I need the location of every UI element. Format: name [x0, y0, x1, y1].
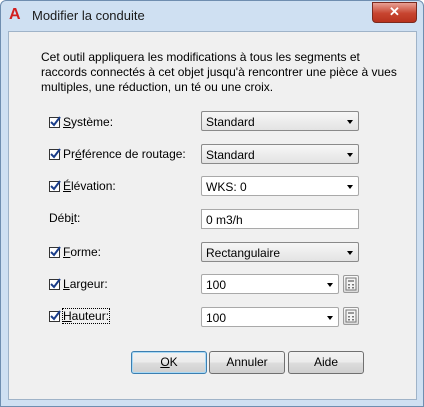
largeur-label: Largeur:: [63, 277, 108, 291]
forme-value: Rectangulaire: [206, 246, 281, 260]
systeme-checkbox[interactable]: [49, 115, 61, 128]
elevation-row: Élévation:: [49, 178, 116, 194]
elevation-combobox[interactable]: WKS: 0: [201, 176, 359, 196]
preference-select[interactable]: Standard: [201, 144, 359, 164]
preference-checkbox[interactable]: [49, 147, 61, 160]
chevron-down-icon: [327, 316, 333, 320]
calculator-icon: [345, 277, 357, 291]
systeme-label: Système:: [63, 115, 114, 129]
hauteur-value: 100: [206, 311, 227, 325]
hauteur-calculator-button[interactable]: [343, 307, 359, 325]
checkmark-icon: [50, 277, 61, 289]
elevation-label: Élévation:: [63, 179, 116, 193]
forme-checkbox[interactable]: [49, 245, 61, 258]
hauteur-row: Hauteur:: [49, 308, 111, 324]
description-text: Cet outil appliquera les modifications à…: [41, 50, 397, 94]
chevron-down-icon: [347, 120, 353, 124]
largeur-row: Largeur:: [49, 276, 108, 292]
help-button[interactable]: Aide: [288, 351, 364, 374]
systeme-row: Système:: [49, 114, 113, 130]
chevron-down-icon: [347, 251, 353, 255]
autocad-icon: A: [9, 6, 21, 23]
title-bar[interactable]: A Modifier la conduite ✕: [1, 1, 423, 31]
forme-label: Forme:: [63, 245, 102, 259]
calculator-icon: [345, 309, 357, 323]
preference-row: Préférence de routage:: [49, 146, 186, 162]
preference-value: Standard: [206, 148, 255, 162]
hauteur-checkbox[interactable]: [49, 309, 61, 322]
largeur-checkbox[interactable]: [49, 277, 61, 290]
hauteur-combobox[interactable]: 100: [201, 307, 339, 327]
elevation-value: WKS: 0: [206, 180, 247, 194]
systeme-select[interactable]: Standard: [201, 111, 359, 131]
chevron-down-icon: [327, 283, 333, 287]
debit-value: 0 m3/h: [206, 213, 243, 227]
debit-label: Débit:: [49, 211, 81, 225]
chevron-down-icon: [347, 153, 353, 157]
window-title: Modifier la conduite: [32, 8, 145, 23]
forme-row: Forme:: [49, 244, 101, 260]
systeme-value: Standard: [206, 115, 255, 129]
checkmark-icon: [50, 179, 61, 191]
checkmark-icon: [50, 115, 61, 127]
cancel-button[interactable]: Annuler: [209, 351, 285, 374]
checkmark-icon: [50, 245, 61, 257]
largeur-value: 100: [206, 278, 227, 292]
checkmark-icon: [50, 309, 61, 321]
checkmark-icon: [50, 147, 61, 159]
largeur-calculator-button[interactable]: [343, 275, 359, 293]
debit-input[interactable]: 0 m3/h: [201, 209, 359, 229]
preference-label: Préférence de routage:: [63, 147, 186, 161]
forme-select[interactable]: Rectangulaire: [201, 242, 359, 262]
close-button[interactable]: ✕: [372, 2, 417, 23]
hauteur-label: Hauteur:: [61, 308, 111, 324]
chevron-down-icon: [347, 185, 353, 189]
elevation-checkbox[interactable]: [49, 179, 61, 192]
debit-row: Débit:: [49, 210, 80, 226]
ok-button[interactable]: OK: [131, 351, 207, 374]
largeur-combobox[interactable]: 100: [201, 274, 339, 294]
